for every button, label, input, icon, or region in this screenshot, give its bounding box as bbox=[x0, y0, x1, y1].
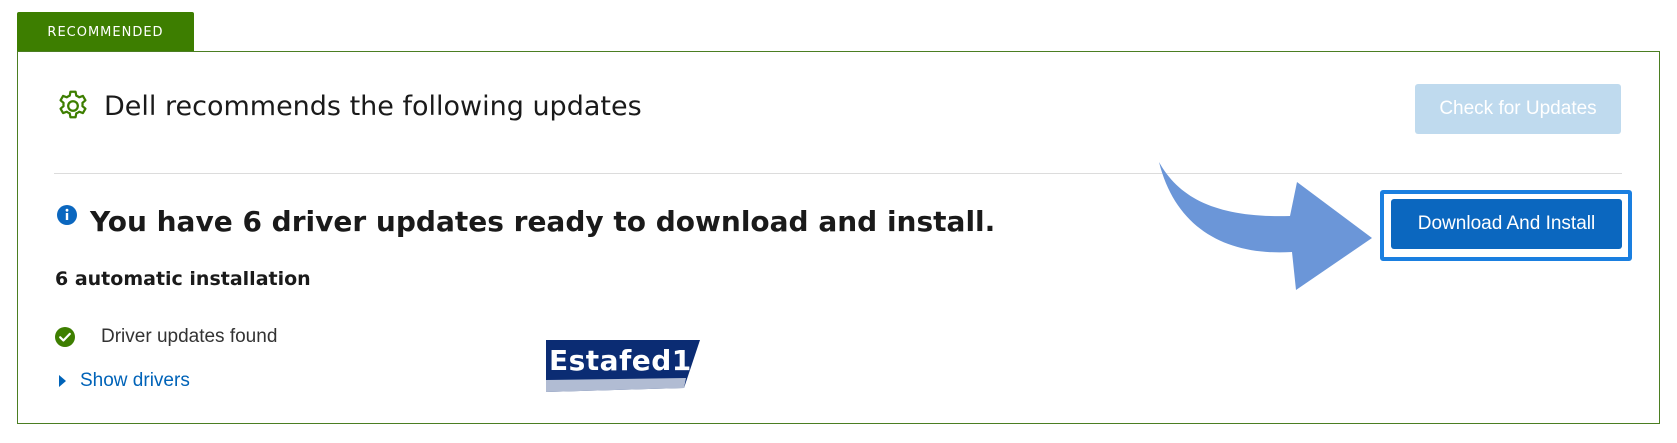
recommended-tag-label: RECOMMENDED bbox=[47, 24, 164, 40]
recommended-tag: RECOMMENDED bbox=[17, 12, 194, 52]
summary-suffix: driver updates ready to download and ins… bbox=[261, 205, 996, 238]
watermark-text: Estafed1 bbox=[549, 344, 692, 377]
gear-icon bbox=[55, 88, 91, 124]
page-title: Dell recommends the following updates bbox=[104, 90, 642, 122]
check-circle-icon bbox=[54, 326, 76, 348]
update-count: 6 bbox=[242, 205, 262, 238]
show-drivers-label: Show drivers bbox=[80, 370, 190, 391]
show-drivers-toggle[interactable]: Show drivers bbox=[58, 370, 190, 392]
download-and-install-button[interactable]: Download And Install bbox=[1391, 199, 1622, 249]
info-icon bbox=[56, 204, 78, 226]
update-summary-text: You have 6 driver updates ready to downl… bbox=[90, 205, 995, 238]
pointer-arrow-icon bbox=[1159, 162, 1372, 290]
card-header: Dell recommends the following updates bbox=[55, 88, 642, 124]
status-text: Driver updates found bbox=[101, 326, 278, 347]
status-row: Driver updates found bbox=[54, 326, 277, 348]
automatic-installation-count: 6 automatic installation bbox=[55, 268, 311, 290]
update-summary: You have 6 driver updates ready to downl… bbox=[56, 204, 995, 238]
divider bbox=[54, 173, 1622, 174]
summary-prefix: You have bbox=[90, 205, 243, 238]
caret-right-icon bbox=[58, 374, 68, 388]
check-for-updates-button[interactable]: Check for Updates bbox=[1415, 84, 1621, 134]
